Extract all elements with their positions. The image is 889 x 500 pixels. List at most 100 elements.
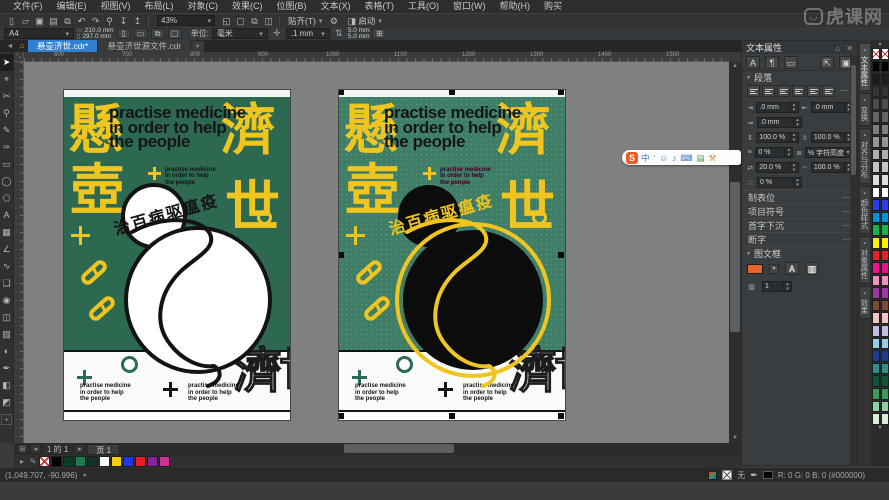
palette-swatch[interactable]: [872, 275, 880, 287]
selection-handle[interactable]: [558, 90, 564, 95]
spinner[interactable]: [790, 133, 798, 142]
palette-swatch[interactable]: [872, 363, 880, 375]
align-force-icon[interactable]: [822, 85, 835, 97]
poster-artwork-right[interactable]: 懸 濟 壺 世 practise medicine in order to he…: [339, 90, 565, 420]
docker-tab[interactable]: 颜色样式: [859, 186, 871, 234]
palette-swatch[interactable]: [872, 388, 880, 400]
palette-swatch[interactable]: [881, 48, 889, 60]
clipboard-icon[interactable]: ▤: [697, 151, 705, 165]
docker-tab[interactable]: 效果: [859, 286, 871, 319]
palette-swatch[interactable]: [872, 98, 880, 110]
docker-tab[interactable]: 对象属性: [859, 236, 871, 284]
palette-swatch[interactable]: [881, 237, 889, 249]
palette-swatch[interactable]: [881, 275, 889, 287]
palette-swatch[interactable]: [881, 300, 889, 312]
palette-swatch[interactable]: [881, 149, 889, 161]
palette-swatch[interactable]: [881, 111, 889, 123]
panel-options-icon[interactable]: ⇱: [820, 56, 834, 69]
align-justify-icon[interactable]: [807, 85, 820, 97]
new-tab-button[interactable]: +: [191, 41, 204, 52]
horizontal-scrollbar-thumb[interactable]: [344, 444, 454, 453]
selection-handle[interactable]: [339, 90, 344, 95]
panel-scrollbar[interactable]: [850, 55, 857, 465]
palette-swatch[interactable]: [881, 136, 889, 148]
menu-item[interactable]: 窗口(W): [446, 0, 493, 13]
columns-field[interactable]: 1: [762, 281, 792, 292]
spinner[interactable]: [790, 163, 798, 172]
eyedropper-icon[interactable]: ✎: [28, 457, 38, 466]
frame-text-icon[interactable]: A: [785, 262, 799, 275]
collapsed-section[interactable]: 项目符号: [742, 204, 857, 218]
palette-swatch[interactable]: [872, 237, 880, 249]
new-document-icon[interactable]: ▯: [5, 15, 18, 27]
all-pages-button[interactable]: ⧉: [151, 28, 165, 39]
palette-swatch[interactable]: [872, 73, 880, 85]
undo-icon[interactable]: ↶: [75, 15, 88, 27]
document-palette-swatch[interactable]: [135, 456, 146, 467]
save-icon[interactable]: ▣: [33, 15, 46, 27]
snap-to-dropdown[interactable]: 贴齐(T): [284, 15, 326, 27]
collapsed-section[interactable]: 制表位: [742, 190, 857, 204]
document-palette-swatch[interactable]: [123, 456, 134, 467]
artistic-media-tool[interactable]: ✑: [0, 139, 13, 156]
docker-tab[interactable]: 变换: [859, 93, 871, 126]
palette-swatch[interactable]: [881, 187, 889, 199]
zoom-level-dropdown[interactable]: 43%: [157, 15, 215, 26]
export-icon[interactable]: ↥: [131, 15, 144, 27]
character-properties-icon[interactable]: A: [746, 56, 760, 69]
align-center-icon[interactable]: [777, 85, 790, 97]
palette-swatch[interactable]: [872, 224, 880, 236]
palette-swatch[interactable]: [872, 262, 880, 274]
voice-icon[interactable]: ♪: [672, 151, 676, 165]
palette-swatch[interactable]: [881, 388, 889, 400]
current-page-button[interactable]: ▢: [168, 28, 182, 39]
indent-left-field[interactable]: .0 mm: [757, 117, 802, 128]
portrait-orientation-button[interactable]: ▯: [117, 28, 131, 39]
indent-right-field[interactable]: .0 mm: [811, 102, 853, 113]
document-palette-swatch[interactable]: [39, 456, 50, 467]
palette-swatch[interactable]: [872, 401, 880, 413]
status-flyout-icon[interactable]: ▸: [84, 471, 88, 479]
palette-swatch[interactable]: [872, 149, 880, 161]
palette-swatch[interactable]: [872, 287, 880, 299]
document-palette-swatch[interactable]: [75, 456, 86, 467]
palette-swatch[interactable]: [881, 401, 889, 413]
rectangle-tool[interactable]: ▭: [0, 156, 13, 173]
selection-handle[interactable]: [558, 413, 564, 419]
palette-swatch[interactable]: [881, 199, 889, 211]
palette-swatch[interactable]: [872, 375, 880, 387]
palette-swatch[interactable]: [872, 86, 880, 98]
menu-item[interactable]: 工具(O): [401, 0, 446, 13]
palette-flyout-icon[interactable]: ▸: [17, 457, 27, 466]
palette-swatch[interactable]: [881, 413, 889, 425]
treat-as-filled-button[interactable]: ⊞: [372, 28, 386, 39]
space-unit-field[interactable]: % 字符高度: [805, 147, 853, 158]
palette-scroll-up-icon[interactable]: ▴: [878, 41, 881, 48]
collapsed-section[interactable]: 首字下沉: [742, 218, 857, 232]
toolbox-icon[interactable]: ⚒: [709, 151, 717, 165]
fullscreen-icon[interactable]: ◱: [220, 15, 233, 27]
emoji-icon[interactable]: ☺: [659, 151, 668, 165]
shape-tool[interactable]: ⌖: [0, 71, 13, 88]
sogou-logo-icon[interactable]: S: [626, 152, 638, 164]
menu-item[interactable]: 帮助(H): [493, 0, 538, 13]
collapsed-section[interactable]: 断字: [742, 232, 857, 246]
char-space-field[interactable]: 20.0 %: [756, 162, 798, 173]
palette-swatch[interactable]: [881, 250, 889, 262]
text-tool[interactable]: A: [0, 207, 13, 224]
poster-artwork-left[interactable]: 懸 濟 壺 世 practise medicine in order to he…: [64, 90, 290, 420]
document-palette-swatch[interactable]: [111, 456, 122, 467]
page-sorter-icon[interactable]: ⧉: [248, 15, 261, 27]
palette-swatch[interactable]: [881, 86, 889, 98]
palette-swatch[interactable]: [881, 338, 889, 350]
transparency-tool[interactable]: ▨: [0, 326, 13, 343]
menu-item[interactable]: 视图(V): [94, 0, 138, 13]
page-height-value[interactable]: 297.0 mm: [82, 33, 111, 40]
landscape-orientation-button[interactable]: ▭: [134, 28, 148, 39]
paragraph-section-header[interactable]: 段落: [742, 71, 857, 84]
menu-item[interactable]: 位图(B): [270, 0, 314, 13]
spinner[interactable]: [793, 178, 801, 187]
menu-item[interactable]: 文本(X): [314, 0, 358, 13]
palette-swatch[interactable]: [881, 224, 889, 236]
palette-swatch[interactable]: [881, 212, 889, 224]
